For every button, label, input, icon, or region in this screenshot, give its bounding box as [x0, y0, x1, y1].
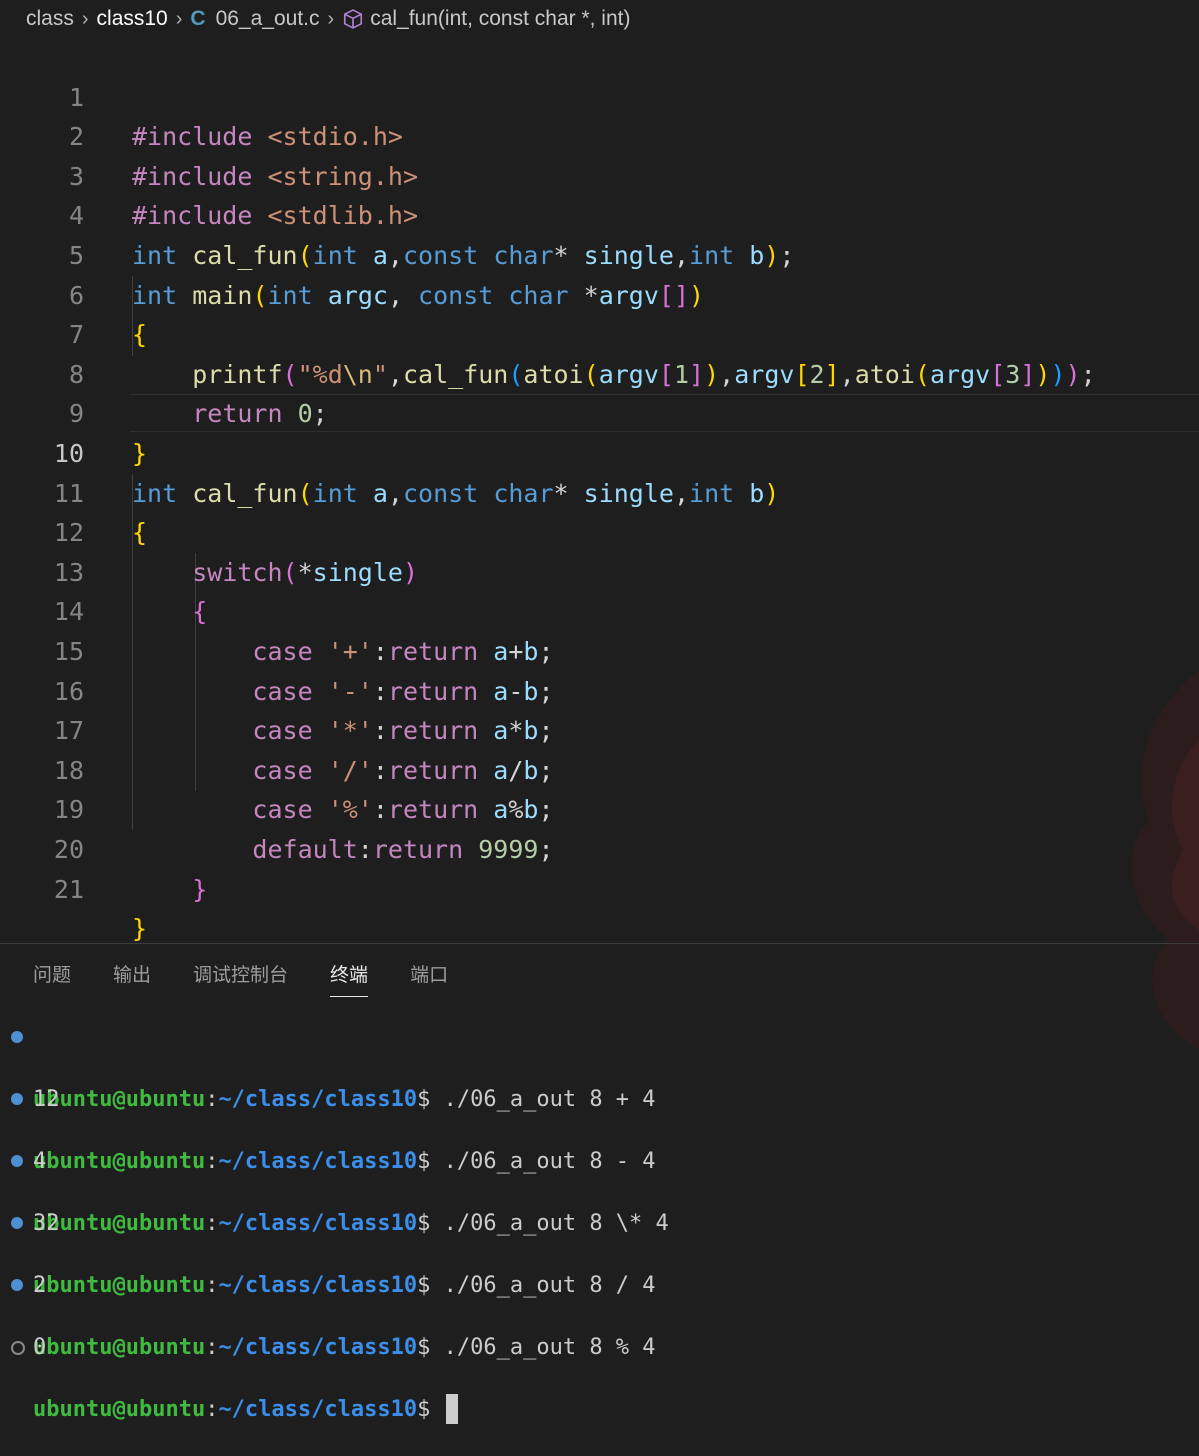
- breadcrumb: class › class10 › C 06_a_out.c › cal_fun…: [0, 0, 1199, 38]
- terminal-command-line: ubuntu@ubuntu:~/class/class10$ ./06_a_ou…: [0, 1022, 656, 1112]
- terminal-output-line: 0: [33, 1335, 47, 1360]
- command-decoration-icon[interactable]: [11, 1341, 25, 1355]
- breadcrumb-folder-class[interactable]: class: [26, 7, 74, 31]
- tab-problems[interactable]: 问题: [33, 954, 71, 993]
- line-number: 21: [53, 874, 84, 904]
- symbol-method-icon: [344, 9, 363, 29]
- bottom-panel: 问题 输出 调试控制台 终端 端口 ubuntu@ubuntu:~/class/…: [0, 943, 1199, 1424]
- command-decoration-icon[interactable]: [11, 1155, 23, 1167]
- terminal-output-line: 4: [33, 1149, 47, 1174]
- command-decoration-icon[interactable]: [11, 1279, 23, 1291]
- tab-output[interactable]: 输出: [113, 954, 151, 993]
- code-line[interactable]: 9 }: [0, 355, 1199, 468]
- breadcrumb-file[interactable]: 06_a_out.c: [216, 7, 320, 31]
- terminal-command-line: ubuntu@ubuntu:~/class/class10$ ./06_a_ou…: [0, 1146, 669, 1236]
- terminal-command-line: ubuntu@ubuntu:~/class/class10$ ./06_a_ou…: [0, 1208, 656, 1298]
- code-line[interactable]: 15 case '-':return a-b;: [0, 592, 1199, 706]
- command-decoration-icon[interactable]: [11, 1217, 23, 1229]
- code-line[interactable]: 11 {: [0, 434, 1199, 548]
- code-line[interactable]: 17 case '/':return a/b;: [0, 672, 1199, 785]
- chevron-right-icon: ›: [327, 7, 335, 30]
- code-line[interactable]: 6 {: [0, 236, 1199, 350]
- code-line[interactable]: 1 #include <stdio.h>: [0, 38, 1199, 152]
- code-line[interactable]: 5 int main(int argc, const char *argv[]): [0, 196, 1199, 310]
- code-line[interactable]: 14 case '+':return a+b;: [0, 553, 1199, 666]
- chevron-right-icon: ›: [81, 7, 89, 30]
- code-line[interactable]: 2 #include <string.h>: [0, 78, 1199, 191]
- code-line[interactable]: 12 switch(*single): [0, 474, 1199, 587]
- code-text: }: [192, 874, 208, 904]
- terminal-command-line: ubuntu@ubuntu:~/class/class10$ ./06_a_ou…: [0, 1270, 656, 1360]
- code-line[interactable]: 21 }: [0, 830, 1199, 943]
- terminal-cursor: [445, 1394, 458, 1424]
- tab-terminal[interactable]: 终端: [330, 954, 369, 997]
- code-line[interactable]: 20 }: [0, 790, 1199, 904]
- breadcrumb-folder-class10[interactable]: class10: [97, 7, 168, 31]
- c-file-icon: C: [190, 7, 206, 30]
- terminal-output-line: 12: [33, 1087, 60, 1112]
- code-line[interactable]: 18 case '%':return a%b;: [0, 711, 1199, 825]
- terminal-command-line: ubuntu@ubuntu:~/class/class10$ ./06_a_ou…: [0, 1084, 656, 1174]
- code-line[interactable]: 7 printf("%d\n",cal_fun(atoi(argv[1]),ar…: [0, 276, 1199, 389]
- tab-ports[interactable]: 端口: [410, 954, 448, 993]
- breadcrumb-symbol[interactable]: cal_fun(int, const char *, int): [370, 7, 630, 31]
- terminal-output-line: 2: [33, 1273, 47, 1298]
- code-line[interactable]: 19 default:return 9999;: [0, 751, 1199, 864]
- code-line[interactable]: 8 return 0;: [0, 315, 1199, 429]
- code-editor[interactable]: 1 #include <stdio.h> 2 #include <string.…: [0, 38, 1199, 943]
- code-line-current[interactable]: 10 int cal_fun(int a,const char* single,…: [0, 394, 1199, 508]
- code-text: }: [132, 914, 148, 943]
- panel-tabs: 问题 输出 调试控制台 终端 端口: [0, 944, 490, 1002]
- code-line[interactable]: 3 #include <stdlib.h>: [0, 117, 1199, 231]
- chevron-right-icon: ›: [175, 7, 183, 30]
- command-decoration-icon[interactable]: [11, 1093, 23, 1105]
- code-line[interactable]: 16 case '*':return a*b;: [0, 632, 1199, 746]
- terminal-output-line: 32: [33, 1211, 60, 1236]
- terminal-prompt-line[interactable]: ubuntu@ubuntu:~/class/class10$: [0, 1332, 458, 1424]
- tab-debug-console[interactable]: 调试控制台: [193, 954, 288, 993]
- command-decoration-icon[interactable]: [11, 1031, 23, 1043]
- code-line[interactable]: 13 {: [0, 513, 1199, 627]
- code-line[interactable]: 4 int cal_fun(int a,const char* single,i…: [0, 157, 1199, 270]
